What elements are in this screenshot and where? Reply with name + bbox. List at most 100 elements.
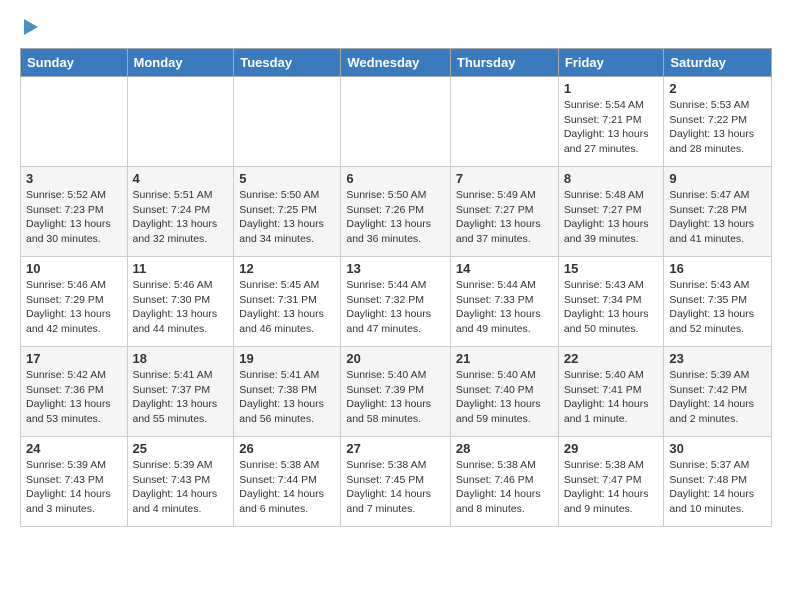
day-number: 25: [133, 441, 229, 456]
day-number: 18: [133, 351, 229, 366]
day-info: Sunrise: 5:43 AM Sunset: 7:34 PM Dayligh…: [564, 278, 659, 337]
day-number: 3: [26, 171, 122, 186]
calendar-cell: 24 Sunrise: 5:39 AM Sunset: 7:43 PM Dayli…: [21, 437, 128, 527]
day-info: Sunrise: 5:37 AM Sunset: 7:48 PM Dayligh…: [669, 458, 766, 517]
calendar-cell: 2 Sunrise: 5:53 AM Sunset: 7:22 PM Daylig…: [664, 77, 772, 167]
calendar-cell: [450, 77, 558, 167]
calendar-week-row: 24 Sunrise: 5:39 AM Sunset: 7:43 PM Dayli…: [21, 437, 772, 527]
day-number: 17: [26, 351, 122, 366]
day-number: 4: [133, 171, 229, 186]
calendar-header: SundayMondayTuesdayWednesdayThursdayFrid…: [21, 49, 772, 77]
day-number: 26: [239, 441, 335, 456]
calendar-cell: 22 Sunrise: 5:40 AM Sunset: 7:41 PM Dayli…: [558, 347, 664, 437]
calendar-cell: 20Sunrise: 5:40 AM Sunset: 7:39 PM Dayli…: [341, 347, 451, 437]
weekday-header: Saturday: [664, 49, 772, 77]
day-number: 14: [456, 261, 553, 276]
day-info: Sunrise: 5:43 AM Sunset: 7:35 PM Dayligh…: [669, 278, 766, 337]
weekday-header: Monday: [127, 49, 234, 77]
day-info: Sunrise: 5:38 AM Sunset: 7:46 PM Dayligh…: [456, 458, 553, 517]
header: [20, 16, 772, 38]
day-number: 22: [564, 351, 659, 366]
calendar-cell: [341, 77, 451, 167]
day-number: 16: [669, 261, 766, 276]
calendar-cell: 27 Sunrise: 5:38 AM Sunset: 7:45 PM Dayli…: [341, 437, 451, 527]
day-number: 29: [564, 441, 659, 456]
day-number: 28: [456, 441, 553, 456]
day-info: Sunrise: 5:39 AM Sunset: 7:42 PM Dayligh…: [669, 368, 766, 427]
day-info: Sunrise: 5:40 AM Sunset: 7:41 PM Dayligh…: [564, 368, 659, 427]
day-number: 19: [239, 351, 335, 366]
calendar-cell: 17 Sunrise: 5:42 AM Sunset: 7:36 PM Dayli…: [21, 347, 128, 437]
calendar-cell: 23 Sunrise: 5:39 AM Sunset: 7:42 PM Dayli…: [664, 347, 772, 437]
day-info: Sunrise: 5:51 AM Sunset: 7:24 PM Dayligh…: [133, 188, 229, 247]
calendar-week-row: 3 Sunrise: 5:52 AM Sunset: 7:23 PM Daylig…: [21, 167, 772, 257]
calendar-cell: 16 Sunrise: 5:43 AM Sunset: 7:35 PM Dayli…: [664, 257, 772, 347]
day-info: Sunrise: 5:53 AM Sunset: 7:22 PM Dayligh…: [669, 98, 766, 157]
calendar-cell: [21, 77, 128, 167]
calendar-cell: 4 Sunrise: 5:51 AM Sunset: 7:24 PM Daylig…: [127, 167, 234, 257]
day-info: Sunrise: 5:50 AM Sunset: 7:26 PM Dayligh…: [346, 188, 445, 247]
day-number: 27: [346, 441, 445, 456]
day-number: 21: [456, 351, 553, 366]
calendar-week-row: 10Sunrise: 5:46 AM Sunset: 7:29 PM Dayli…: [21, 257, 772, 347]
day-info: Sunrise: 5:46 AM Sunset: 7:29 PM Dayligh…: [26, 278, 122, 337]
calendar-cell: 8 Sunrise: 5:48 AM Sunset: 7:27 PM Daylig…: [558, 167, 664, 257]
day-number: 9: [669, 171, 766, 186]
calendar-cell: 5 Sunrise: 5:50 AM Sunset: 7:25 PM Daylig…: [234, 167, 341, 257]
day-info: Sunrise: 5:44 AM Sunset: 7:33 PM Dayligh…: [456, 278, 553, 337]
calendar-cell: 25 Sunrise: 5:39 AM Sunset: 7:43 PM Dayli…: [127, 437, 234, 527]
calendar-week-row: 1Sunrise: 5:54 AM Sunset: 7:21 PM Daylig…: [21, 77, 772, 167]
day-info: Sunrise: 5:39 AM Sunset: 7:43 PM Dayligh…: [133, 458, 229, 517]
calendar-cell: 21 Sunrise: 5:40 AM Sunset: 7:40 PM Dayli…: [450, 347, 558, 437]
calendar-cell: 9Sunrise: 5:47 AM Sunset: 7:28 PM Daylig…: [664, 167, 772, 257]
day-number: 6: [346, 171, 445, 186]
calendar-cell: 1Sunrise: 5:54 AM Sunset: 7:21 PM Daylig…: [558, 77, 664, 167]
day-number: 12: [239, 261, 335, 276]
calendar-week-row: 17 Sunrise: 5:42 AM Sunset: 7:36 PM Dayli…: [21, 347, 772, 437]
weekday-row: SundayMondayTuesdayWednesdayThursdayFrid…: [21, 49, 772, 77]
logo-arrow-icon: [20, 16, 42, 38]
calendar-cell: 29 Sunrise: 5:38 AM Sunset: 7:47 PM Dayli…: [558, 437, 664, 527]
day-info: Sunrise: 5:39 AM Sunset: 7:43 PM Dayligh…: [26, 458, 122, 517]
day-number: 8: [564, 171, 659, 186]
day-number: 24: [26, 441, 122, 456]
calendar-cell: 6 Sunrise: 5:50 AM Sunset: 7:26 PM Daylig…: [341, 167, 451, 257]
day-info: Sunrise: 5:40 AM Sunset: 7:40 PM Dayligh…: [456, 368, 553, 427]
day-number: 2: [669, 81, 766, 96]
day-info: Sunrise: 5:44 AM Sunset: 7:32 PM Dayligh…: [346, 278, 445, 337]
day-info: Sunrise: 5:52 AM Sunset: 7:23 PM Dayligh…: [26, 188, 122, 247]
day-info: Sunrise: 5:49 AM Sunset: 7:27 PM Dayligh…: [456, 188, 553, 247]
calendar-cell: 3 Sunrise: 5:52 AM Sunset: 7:23 PM Daylig…: [21, 167, 128, 257]
day-info: Sunrise: 5:45 AM Sunset: 7:31 PM Dayligh…: [239, 278, 335, 337]
day-info: Sunrise: 5:41 AM Sunset: 7:38 PM Dayligh…: [239, 368, 335, 427]
day-number: 30: [669, 441, 766, 456]
weekday-header: Friday: [558, 49, 664, 77]
calendar-cell: 18 Sunrise: 5:41 AM Sunset: 7:37 PM Dayli…: [127, 347, 234, 437]
calendar-cell: 13 Sunrise: 5:44 AM Sunset: 7:32 PM Dayli…: [341, 257, 451, 347]
calendar-cell: 28 Sunrise: 5:38 AM Sunset: 7:46 PM Dayli…: [450, 437, 558, 527]
calendar-body: 1Sunrise: 5:54 AM Sunset: 7:21 PM Daylig…: [21, 77, 772, 527]
calendar-cell: 26 Sunrise: 5:38 AM Sunset: 7:44 PM Dayli…: [234, 437, 341, 527]
day-info: Sunrise: 5:48 AM Sunset: 7:27 PM Dayligh…: [564, 188, 659, 247]
day-info: Sunrise: 5:42 AM Sunset: 7:36 PM Dayligh…: [26, 368, 122, 427]
day-number: 5: [239, 171, 335, 186]
day-number: 23: [669, 351, 766, 366]
weekday-header: Wednesday: [341, 49, 451, 77]
day-info: Sunrise: 5:38 AM Sunset: 7:47 PM Dayligh…: [564, 458, 659, 517]
calendar-cell: 19 Sunrise: 5:41 AM Sunset: 7:38 PM Dayli…: [234, 347, 341, 437]
day-info: Sunrise: 5:38 AM Sunset: 7:44 PM Dayligh…: [239, 458, 335, 517]
day-number: 7: [456, 171, 553, 186]
calendar-cell: 10Sunrise: 5:46 AM Sunset: 7:29 PM Dayli…: [21, 257, 128, 347]
calendar-cell: 12 Sunrise: 5:45 AM Sunset: 7:31 PM Dayli…: [234, 257, 341, 347]
calendar-cell: 7 Sunrise: 5:49 AM Sunset: 7:27 PM Daylig…: [450, 167, 558, 257]
weekday-header: Thursday: [450, 49, 558, 77]
day-number: 13: [346, 261, 445, 276]
day-number: 20: [346, 351, 445, 366]
day-info: Sunrise: 5:50 AM Sunset: 7:25 PM Dayligh…: [239, 188, 335, 247]
weekday-header: Sunday: [21, 49, 128, 77]
day-info: Sunrise: 5:38 AM Sunset: 7:45 PM Dayligh…: [346, 458, 445, 517]
day-info: Sunrise: 5:41 AM Sunset: 7:37 PM Dayligh…: [133, 368, 229, 427]
calendar-cell: [234, 77, 341, 167]
day-info: Sunrise: 5:46 AM Sunset: 7:30 PM Dayligh…: [133, 278, 229, 337]
day-number: 11: [133, 261, 229, 276]
